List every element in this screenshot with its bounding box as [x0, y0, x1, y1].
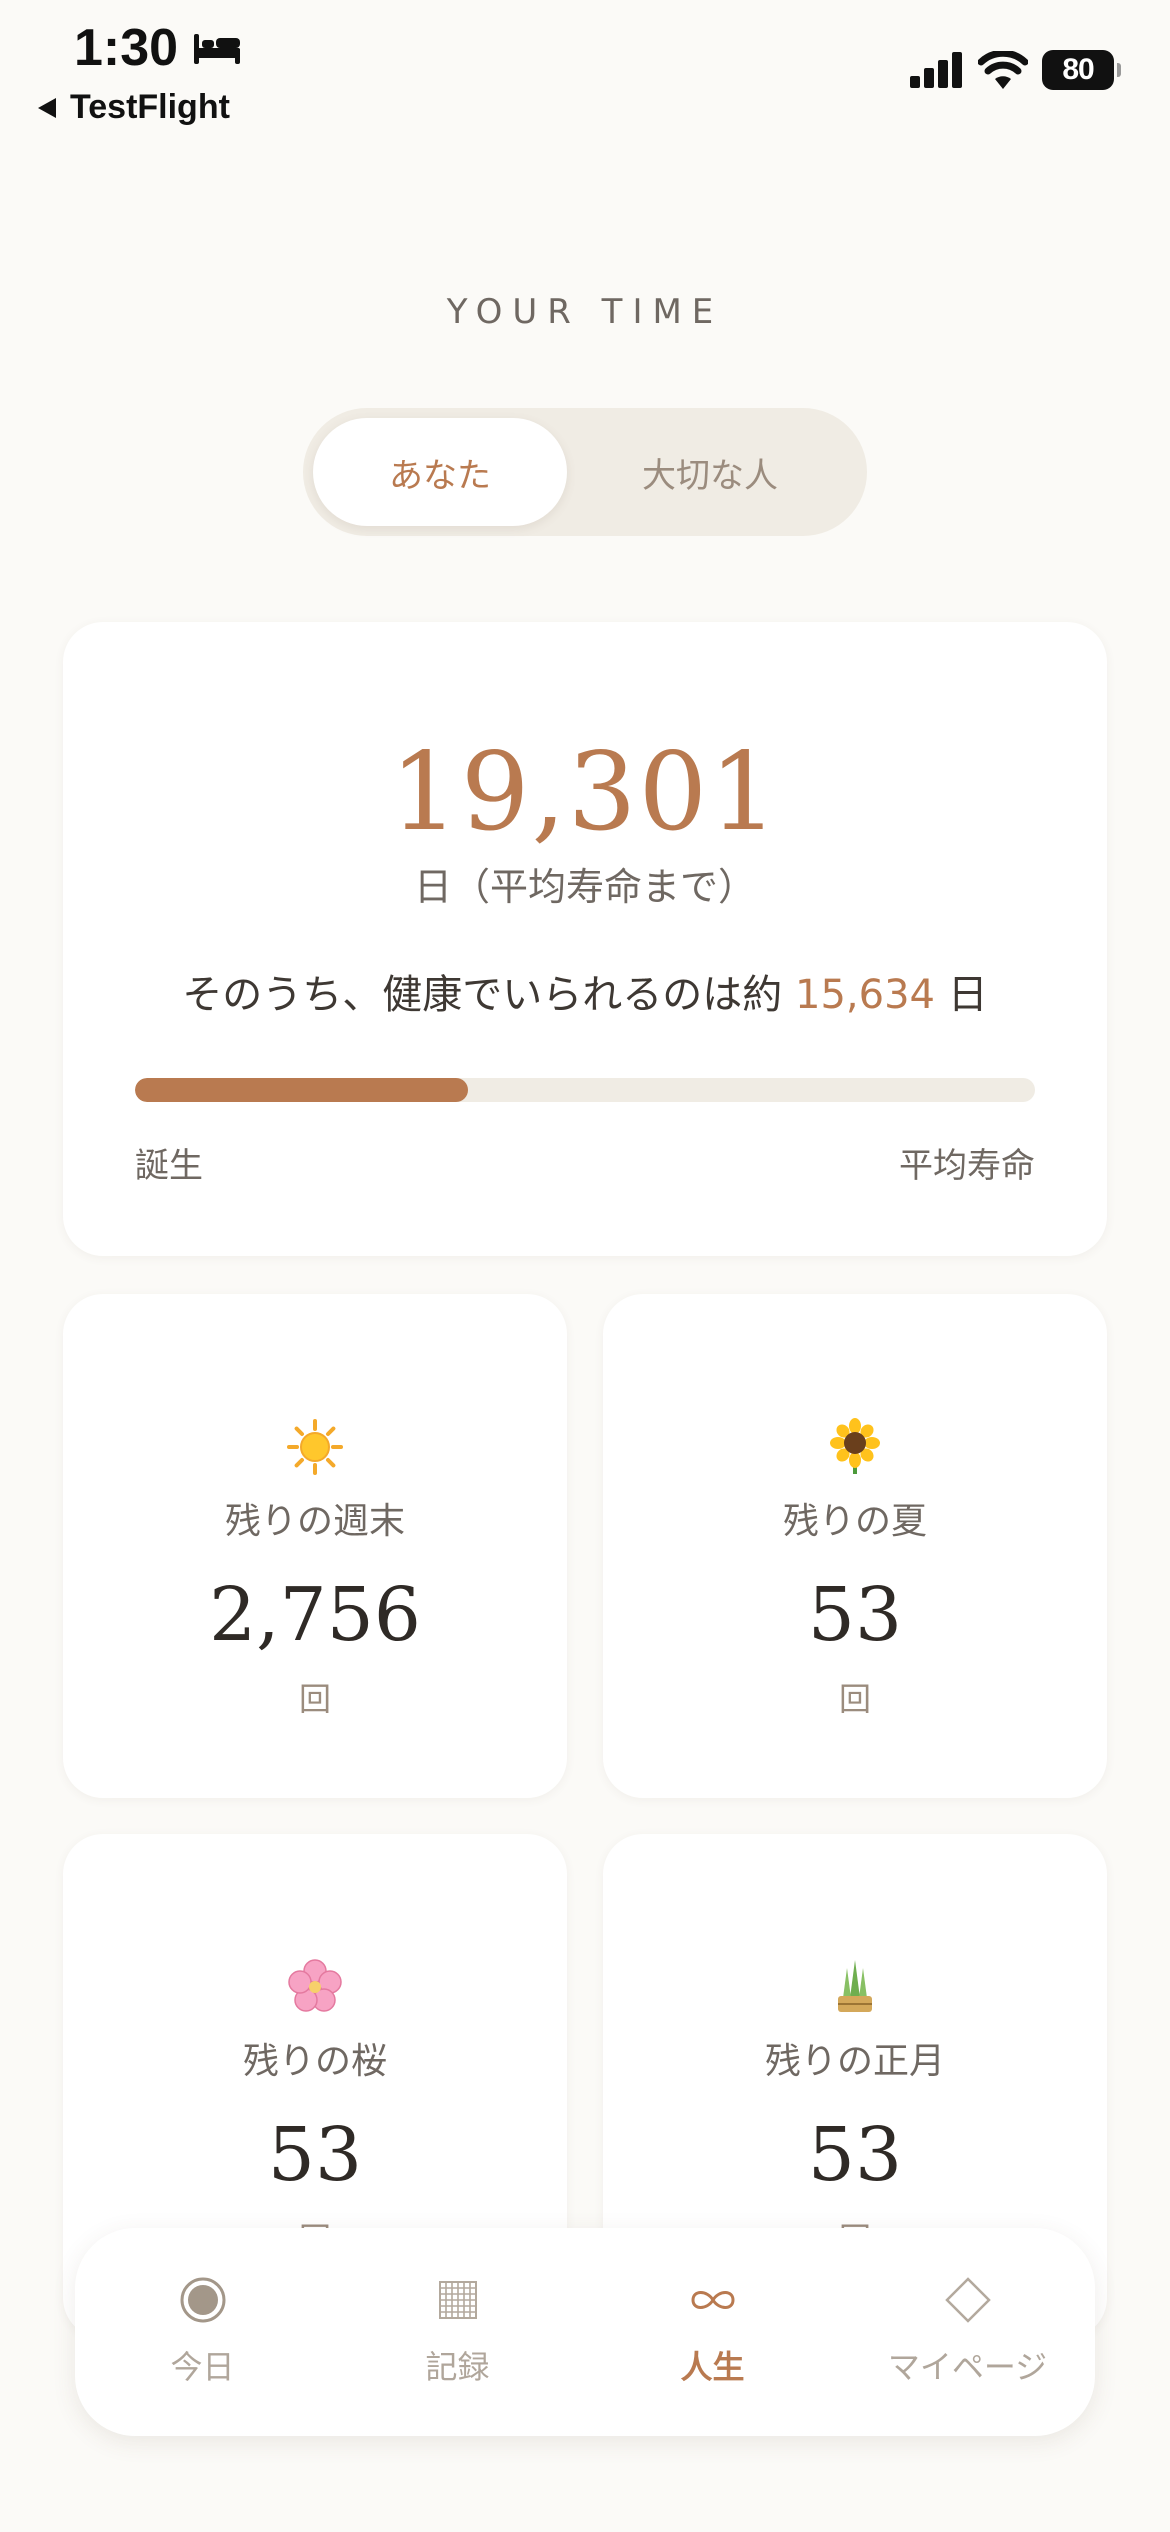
tab-label: 今日 [170, 2348, 235, 2386]
page-title: YOUR TIME [446, 292, 724, 332]
tab-mypage[interactable]: マイページ [840, 2228, 1095, 2436]
back-label: TestFlight [70, 88, 230, 126]
segment-you[interactable]: あなた [313, 418, 567, 526]
remaining-days-value: 19,301 [390, 730, 780, 855]
stat-label: 残りの正月 [764, 2041, 945, 2082]
progress-end-label: 平均寿命 [899, 1146, 1035, 1186]
stat-value: 53 [267, 2112, 363, 2198]
healthy-days-text: そのうち、健康でいられるのは約 15,634 日 [63, 962, 1107, 1020]
cellular-signal-icon [910, 52, 962, 88]
stat-value: 2,756 [209, 1572, 421, 1658]
remaining-summers-card[interactable]: 残りの夏 53 回 [603, 1294, 1107, 1798]
sunflower-icon [603, 1418, 1107, 1476]
life-progress-bar [135, 1078, 1035, 1102]
stat-value: 53 [807, 1572, 903, 1658]
back-arrow-icon [38, 97, 56, 118]
cherry-blossom-icon [63, 1958, 567, 2016]
person-segmented-control: あなた 大切な人 [303, 408, 867, 536]
circle-dot-icon [179, 2272, 227, 2328]
progress-start-label: 誕生 [135, 1146, 203, 1186]
stat-value: 53 [807, 2112, 903, 2198]
back-to-testflight[interactable]: TestFlight [36, 88, 230, 127]
stat-label: 残りの夏 [782, 1501, 927, 1542]
remaining-days-unit: 日（平均寿命まで） [413, 865, 756, 909]
status-time: 1:30 [74, 18, 242, 78]
remaining-days-card: 19,301 日（平均寿命まで） そのうち、健康でいられるのは約 15,634 … [63, 622, 1107, 1256]
battery-icon: 80 [1042, 50, 1121, 90]
stat-unit: 回 [298, 1680, 331, 1718]
remaining-weekends-card[interactable]: 残りの週末 2,756 回 [63, 1294, 567, 1798]
grid-icon [438, 2272, 478, 2328]
tab-today[interactable]: 今日 [75, 2228, 330, 2436]
sun-icon [63, 1418, 567, 1476]
status-indicators: 80 [910, 50, 1121, 90]
tab-life[interactable]: 人生 [585, 2228, 840, 2436]
tab-records[interactable]: 記録 [330, 2228, 585, 2436]
infinity-icon [689, 2272, 737, 2328]
bed-icon [194, 34, 241, 64]
wifi-icon [978, 51, 1028, 89]
tab-label: マイページ [887, 2348, 1048, 2386]
bottom-tab-bar: 今日 記録 人生 マイページ [75, 2228, 1095, 2436]
stat-label: 残りの桜 [242, 2041, 387, 2082]
healthy-days-value: 15,634 [795, 972, 935, 1018]
kadomatsu-icon [603, 1958, 1107, 2016]
battery-level: 80 [1062, 53, 1094, 86]
stat-unit: 回 [838, 1680, 871, 1718]
segment-important-person[interactable]: 大切な人 [603, 418, 817, 526]
life-progress-fill [135, 1078, 468, 1102]
stat-label: 残りの週末 [224, 1501, 405, 1542]
clock-text: 1:30 [74, 19, 179, 77]
diamond-icon [944, 2272, 992, 2328]
healthy-days-suffix: 日 [947, 972, 988, 1018]
tab-label: 人生 [680, 2348, 745, 2386]
healthy-days-prefix: そのうち、健康でいられるのは約 [182, 972, 783, 1018]
tab-label: 記録 [425, 2348, 490, 2386]
